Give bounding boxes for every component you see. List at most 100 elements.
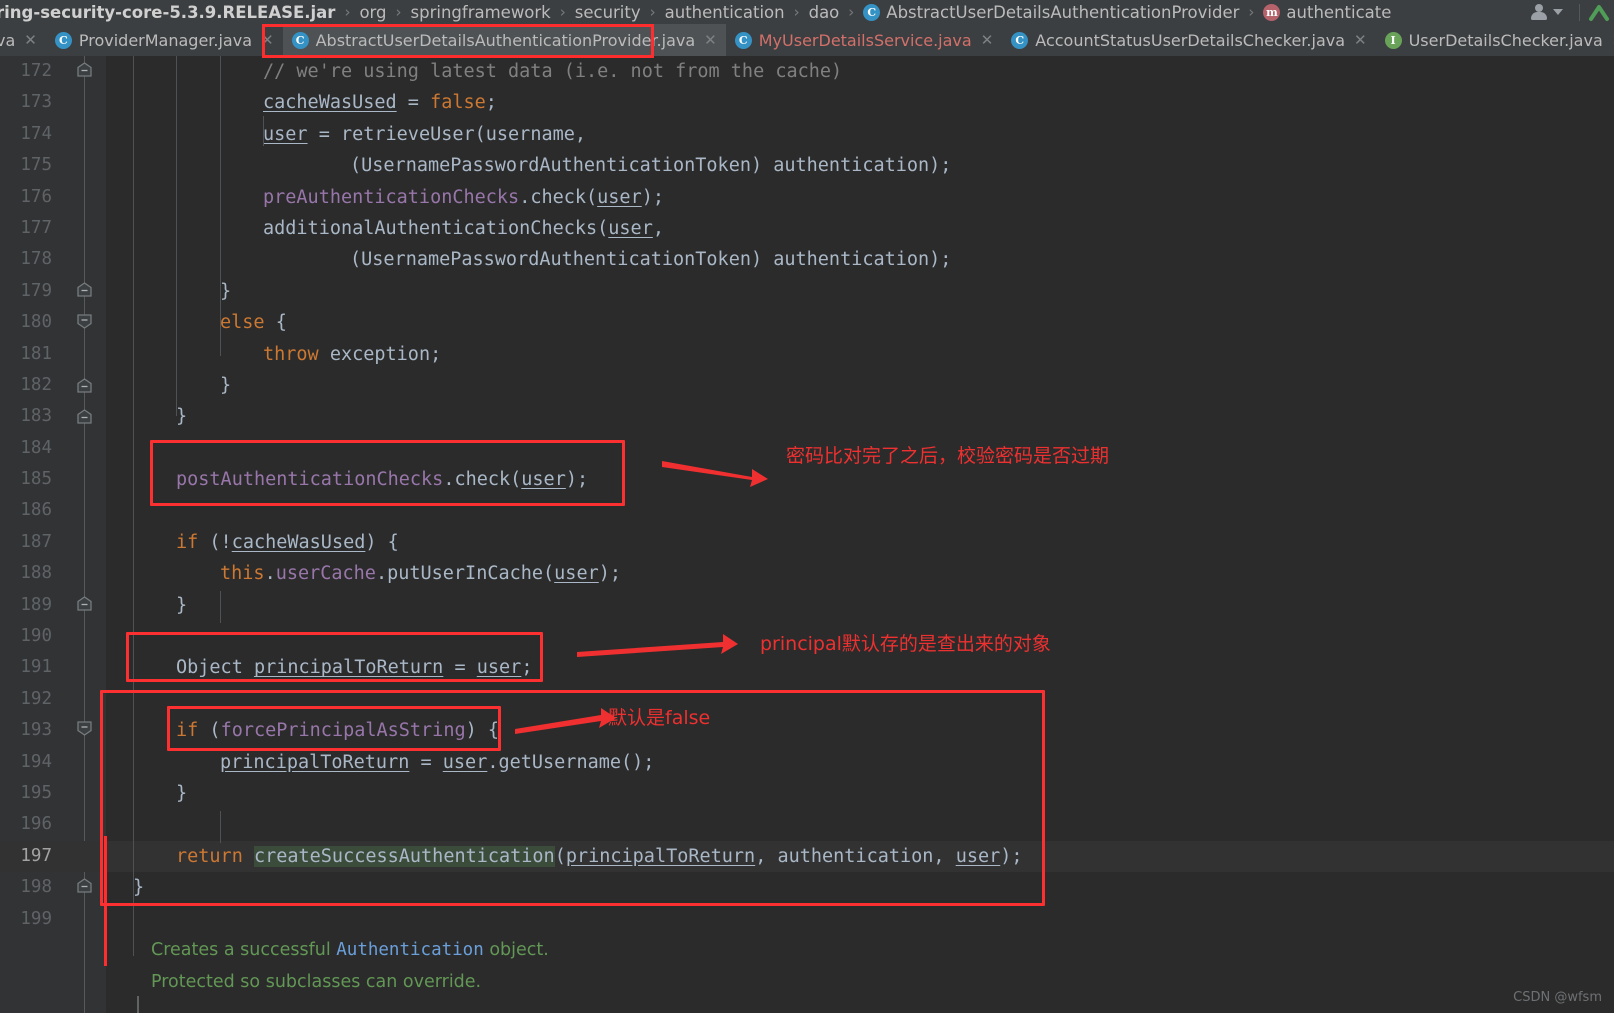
- fold-marker-expandable[interactable]: [77, 314, 92, 329]
- code-row[interactable]: 180 else {: [0, 307, 1614, 338]
- class-icon: C: [54, 31, 72, 49]
- annotation-text-1: 密码比对完了之后，校验密码是否过期: [786, 445, 1110, 467]
- indent-guide: [220, 811, 221, 843]
- code-text: }: [220, 374, 232, 396]
- code-row[interactable]: 175 (UsernamePasswordAuthenticationToken…: [0, 150, 1614, 181]
- breadcrumb-separator: ›: [649, 3, 656, 21]
- close-icon[interactable]: ✕: [981, 32, 994, 48]
- code-row[interactable]: 181 throw exception;: [0, 339, 1614, 370]
- code-row[interactable]: 182 }: [0, 370, 1614, 401]
- breadcrumb-item-springframework[interactable]: springframework: [409, 0, 553, 24]
- person-icon[interactable]: [1528, 3, 1550, 21]
- tab-account-status-user-details-checker[interactable]: C AccountStatusUserDetailsChecker.java ✕: [1002, 24, 1375, 56]
- code-row[interactable]: 193 if (forcePrincipalAsString) {: [0, 715, 1614, 746]
- code-text: user = retrieveUser(username,: [263, 123, 587, 145]
- indent-guide: [220, 56, 221, 356]
- breadcrumb-separator: ›: [395, 3, 402, 21]
- code-editor[interactable]: 172 // we're using latest data (i.e. not…: [0, 56, 1614, 1013]
- fold-marker-expandable[interactable]: [77, 721, 92, 736]
- code-row[interactable]: 172 // we're using latest data (i.e. not…: [0, 56, 1614, 87]
- code-row[interactable]: 188 this.userCache.putUserInCache(user);: [0, 558, 1614, 589]
- line-number: 174: [20, 123, 52, 144]
- code-row[interactable]: 178 (UsernamePasswordAuthenticationToken…: [0, 244, 1614, 275]
- annotation-arrow-3: [515, 708, 616, 734]
- breadcrumb-item-authentication[interactable]: authentication: [663, 0, 787, 24]
- close-icon[interactable]: ✕: [261, 32, 274, 48]
- line-number: 196: [20, 814, 52, 835]
- code-row[interactable]: 199: [0, 904, 1614, 935]
- doc-comment-line-2: Protected so subclasses can override.: [151, 972, 482, 992]
- chevron-down-icon[interactable]: [1553, 9, 1563, 15]
- tab-label: ProviderManager.java: [78, 30, 253, 50]
- tab-label: UserDetailsChecker.java: [1408, 30, 1603, 50]
- fold-marker-collapsed[interactable]: [77, 596, 92, 611]
- line-number: 181: [20, 343, 52, 364]
- breadcrumb-separator: ›: [559, 3, 566, 21]
- tab-provider-manager[interactable]: C ProviderManager.java ✕: [46, 24, 283, 56]
- code-row[interactable]: 177 additionalAuthenticationChecks(user,: [0, 213, 1614, 244]
- green-chevron-icon[interactable]: [1588, 2, 1610, 22]
- breadcrumb-method-label: authenticate: [1286, 2, 1392, 22]
- code-row[interactable]: 173 cacheWasUsed = false;: [0, 87, 1614, 118]
- code-row-current[interactable]: 197 return createSuccessAuthentication(p…: [0, 840, 1614, 873]
- code-text: (UsernamePasswordAuthenticationToken) au…: [350, 249, 952, 271]
- code-row[interactable]: 183 }: [0, 401, 1614, 432]
- code-row[interactable]: 174 user = retrieveUser(username,: [0, 119, 1614, 150]
- close-icon[interactable]: ✕: [24, 32, 37, 48]
- breadcrumb-item-class[interactable]: C AbstractUserDetailsAuthenticationProvid…: [861, 0, 1241, 24]
- code-row[interactable]: 192: [0, 684, 1614, 715]
- fold-marker-collapsed[interactable]: [77, 878, 92, 893]
- code-row[interactable]: 191 Object principalToReturn = user;: [0, 652, 1614, 683]
- code-row[interactable]: 196: [0, 809, 1614, 840]
- line-number: 173: [20, 92, 52, 113]
- code-row[interactable]: 185 postAuthenticationChecks.check(user)…: [0, 464, 1614, 495]
- indent-guide: [133, 56, 134, 956]
- breadcrumb-item-method[interactable]: m authenticate: [1261, 0, 1393, 24]
- line-number: 176: [20, 186, 52, 207]
- code-row[interactable]: 187 if (!cacheWasUsed) {: [0, 527, 1614, 558]
- fold-marker-collapsed[interactable]: [77, 409, 92, 424]
- doc-text-code: Authentication: [336, 940, 484, 960]
- code-row[interactable]: 189 }: [0, 590, 1614, 621]
- editor-tab-bar: va ✕ C ProviderManager.java ✕ C Abstract…: [0, 24, 1614, 56]
- code-text: postAuthenticationChecks.check(user);: [176, 469, 589, 491]
- tab-user-details-checker[interactable]: I UserDetailsChecker.java ✕: [1376, 24, 1614, 56]
- breadcrumb-item-org[interactable]: org: [357, 0, 388, 24]
- line-number: 184: [20, 437, 52, 458]
- indent-guide: [220, 591, 221, 623]
- code-row[interactable]: 186: [0, 495, 1614, 526]
- tab-truncated[interactable]: va ✕: [0, 24, 46, 56]
- code-text: additionalAuthenticationChecks(user,: [263, 217, 664, 239]
- breadcrumb-item-security[interactable]: security: [573, 0, 643, 24]
- fold-marker-collapsed[interactable]: [77, 62, 92, 77]
- code-text: }: [176, 782, 188, 804]
- code-row[interactable]: 179 }: [0, 276, 1614, 307]
- tab-my-user-details-service[interactable]: C MyUserDetailsService.java ✕: [726, 24, 1003, 56]
- code-text: }: [133, 877, 145, 899]
- line-number: 197: [20, 845, 52, 866]
- line-number: 192: [20, 688, 52, 709]
- line-number: 185: [20, 469, 52, 490]
- line-number: 182: [20, 374, 52, 395]
- breadcrumb-class-label: AbstractUserDetailsAuthenticationProvide…: [886, 2, 1240, 22]
- code-text: Object principalToReturn = user;: [176, 657, 533, 679]
- indent-guide: [176, 56, 177, 416]
- code-text: }: [176, 406, 188, 428]
- class-icon: C: [291, 31, 309, 49]
- code-row[interactable]: 198 }: [0, 872, 1614, 903]
- fold-marker-collapsed[interactable]: [77, 282, 92, 297]
- code-text: cacheWasUsed = false;: [263, 92, 497, 114]
- breadcrumb-item-jar[interactable]: ring-security-core-5.3.9.RELEASE.jar: [0, 0, 337, 24]
- toolbar-divider: [1579, 3, 1580, 21]
- ide-window: ring-security-core-5.3.9.RELEASE.jar › o…: [0, 0, 1614, 1013]
- close-icon[interactable]: ✕: [704, 32, 717, 48]
- breadcrumb-item-dao[interactable]: dao: [807, 0, 842, 24]
- tab-abstract-user-details-authentication-provider[interactable]: C AbstractUserDetailsAuthenticationProvi…: [282, 24, 726, 56]
- code-text: (UsernamePasswordAuthenticationToken) au…: [350, 155, 952, 177]
- code-row[interactable]: 194 principalToReturn = user.getUsername…: [0, 747, 1614, 778]
- code-text: if (forcePrincipalAsString) {: [176, 720, 500, 742]
- code-row[interactable]: 195 }: [0, 778, 1614, 809]
- close-icon[interactable]: ✕: [1354, 32, 1367, 48]
- code-row[interactable]: 176 preAuthenticationChecks.check(user);: [0, 182, 1614, 213]
- fold-marker-collapsed[interactable]: [77, 378, 92, 393]
